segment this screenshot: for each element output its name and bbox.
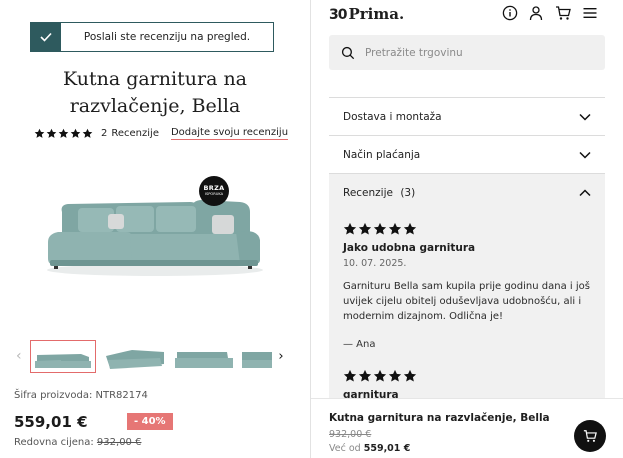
- product-title-line2: razvlačenje, Bella: [69, 95, 241, 117]
- star-icon: [58, 128, 69, 138]
- toast-message: Poslali ste recenziju na pregled.: [83, 31, 251, 43]
- cart-icon: [583, 430, 597, 442]
- menu-icon[interactable]: [582, 5, 598, 21]
- star-icon: [34, 128, 45, 138]
- accordion-payment-label: Način plaćanja: [343, 148, 421, 161]
- sticky-price: Već od 559,01 €: [329, 443, 410, 454]
- star-icon: [373, 369, 387, 382]
- star-icon: [403, 369, 417, 382]
- thumbnail-3[interactable]: [171, 340, 237, 373]
- product-price: 559,01 €: [14, 413, 88, 431]
- chevron-right-icon[interactable]: ›: [272, 340, 290, 373]
- reviews-label: Recenzije: [343, 187, 393, 199]
- review-item: garnitura: [343, 369, 417, 401]
- star-icon: [388, 369, 402, 382]
- cart-icon[interactable]: [555, 5, 571, 21]
- star-icon: [403, 222, 417, 235]
- thumbnail-1[interactable]: [30, 340, 96, 373]
- check-icon: [31, 23, 61, 51]
- product-pane: Poslali ste recenziju na pregled. Kutna …: [0, 0, 310, 458]
- sticky-from-label: Već od: [329, 443, 361, 454]
- star-icon: [70, 128, 81, 138]
- chevron-down-icon: [579, 151, 591, 159]
- star-icon: [373, 222, 387, 235]
- review-stars: [343, 222, 593, 236]
- search-bar: [329, 35, 605, 70]
- review-author: — Ana: [343, 339, 376, 350]
- rating-stars: [34, 128, 93, 139]
- add-review-link[interactable]: Dodajte svoju recenziju: [170, 127, 289, 140]
- product-sku: Šifra proizvoda: NTR82174: [14, 390, 148, 401]
- user-icon[interactable]: [528, 5, 544, 21]
- sticky-price-value: 559,01 €: [363, 443, 411, 454]
- accordion-reviews-label: Recenzije (3): [343, 187, 415, 199]
- search-icon[interactable]: [341, 46, 355, 60]
- fast-delivery-badge: BRZA ISPORUKA: [199, 176, 229, 206]
- chevron-down-icon: [579, 113, 591, 121]
- product-title: Kutna garnitura na razvlačenje, Bella: [0, 66, 310, 120]
- star-icon: [343, 222, 357, 235]
- rating-row: 2 Recenzije Dodajte svoju recenziju: [34, 127, 289, 140]
- thumbnail-carousel: ‹ ›: [14, 338, 310, 376]
- regular-price-value: 932,00 €: [96, 437, 142, 448]
- review-date: 10. 07. 2025.: [343, 258, 407, 269]
- star-icon: [358, 222, 372, 235]
- sticky-add-to-cart-bar: Kutna garnitura na razvlačenje, Bella 93…: [311, 398, 623, 458]
- accordion-reviews: Recenzije (3) Jako udobna garnitura 10. …: [329, 173, 605, 403]
- thumbnail-2[interactable]: [102, 340, 168, 373]
- review-item: Jako udobna garnitura 10. 07. 2025. Garn…: [343, 222, 593, 350]
- product-image[interactable]: [40, 172, 270, 282]
- review-count: 2: [101, 128, 108, 139]
- accordion-delivery[interactable]: Dostava i montaža: [329, 97, 605, 135]
- logo-name: Prima.: [348, 5, 405, 23]
- prima-logo[interactable]: 30 Prima.: [329, 5, 404, 23]
- sticky-product-name: Kutna garnitura na razvlačenje, Bella: [329, 412, 550, 424]
- sticky-old-price: 932,00 €: [329, 429, 372, 440]
- review-count-label: Recenzije: [111, 128, 159, 139]
- product-title-line1: Kutna garnitura na: [62, 68, 248, 90]
- discount-badge: - 40%: [127, 413, 173, 430]
- info-icon[interactable]: [502, 5, 518, 21]
- review-body: Garnituru Bella sam kupila prije godinu …: [343, 281, 590, 322]
- chevron-up-icon: [579, 189, 591, 197]
- regular-price-label: Redovna cijena:: [14, 437, 94, 448]
- accordion-delivery-label: Dostava i montaža: [343, 110, 442, 123]
- logo-number: 30: [329, 7, 348, 23]
- success-toast: Poslali ste recenziju na pregled.: [30, 22, 274, 52]
- accordion-payment[interactable]: Način plaćanja: [329, 135, 605, 173]
- star-icon: [358, 369, 372, 382]
- reviews-count: (3): [400, 187, 416, 199]
- accordion-reviews-header[interactable]: Recenzije (3): [329, 174, 605, 212]
- star-icon: [388, 222, 402, 235]
- review-title: Jako udobna garnitura: [343, 242, 476, 254]
- badge-line1: BRZA: [203, 184, 225, 192]
- regular-price: Redovna cijena: 932,00 €: [14, 437, 141, 448]
- badge-line2: ISPORUKA: [204, 192, 224, 196]
- star-icon: [343, 369, 357, 382]
- star-icon: [46, 128, 57, 138]
- star-icon: [82, 128, 93, 138]
- review-stars: [343, 369, 417, 383]
- add-to-cart-button[interactable]: [574, 420, 606, 452]
- store-pane: 30 Prima. Dostava i montaža Način plaćan…: [311, 0, 623, 458]
- chevron-left-icon[interactable]: ‹: [16, 348, 22, 364]
- search-input[interactable]: [365, 46, 585, 59]
